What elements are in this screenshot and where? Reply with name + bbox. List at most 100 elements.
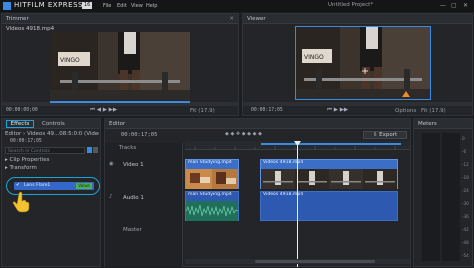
tab-controls[interactable]: Controls: [42, 121, 65, 127]
audio-clip-videos-4918[interactable]: Videos 4918.mp4: [260, 191, 398, 221]
viewer-header: Viewer: [243, 14, 472, 24]
maximize-button[interactable]: ▢: [451, 2, 457, 9]
panel-close-icon[interactable]: ✕: [229, 14, 234, 24]
meter-scale-label: 0: [462, 136, 465, 141]
tracks-label: Tracks: [119, 145, 137, 151]
meter-scale: 0 -6 -12 -18 -24 -30 -36 -42 -48 -54: [462, 132, 469, 262]
video-clip-man-studying[interactable]: man Studying.mp4: [185, 159, 239, 189]
viewer-timecode: 00:00:17;05: [251, 108, 283, 113]
track-master: Master: [123, 227, 142, 233]
tab-effects[interactable]: Effects: [6, 120, 34, 128]
app-name: HITFILM EXPRESS: [14, 1, 83, 9]
zoom-in-icon[interactable]: ◆: [253, 131, 257, 137]
controls-panel: Effects Controls Editor › Videos 49...08…: [1, 118, 101, 267]
meter-right-channel: [442, 133, 460, 261]
effect-row-lens-flare[interactable]: ✔ Lens Flare1 Value: [14, 182, 94, 190]
editor-timecode: 00:00:17;05: [121, 132, 158, 138]
marker-icon[interactable]: ◆: [225, 131, 229, 137]
work-area-bar: [261, 143, 401, 145]
section-clip-properties[interactable]: ▸ Clip Properties: [5, 157, 49, 163]
title-bar: HITFILM EXPRESS 16 File Edit View Help U…: [0, 0, 474, 12]
meter-scale-label: -24: [462, 188, 469, 193]
audio-clip-label: man Studying.mp4: [188, 192, 232, 197]
trimmer-timecode-in: 00:00:00;00: [6, 108, 38, 113]
hand-cursor-icon: [12, 191, 30, 213]
viewer-video-frame[interactable]: VINGO: [295, 26, 431, 100]
trimmer-zoom[interactable]: Fit (17.9): [190, 108, 215, 114]
viewer-options[interactable]: Options Fit (17.9): [395, 108, 446, 114]
zoom-out-icon[interactable]: ◆: [258, 131, 262, 137]
section-transform[interactable]: ▸ Transform: [5, 165, 37, 171]
trimmer-video-frame[interactable]: VINGO: [50, 32, 190, 100]
meter-scale-label: -6: [462, 149, 467, 154]
viewer-zoom-label[interactable]: (17.9): [429, 108, 446, 114]
viewer-fast-forward-icon[interactable]: ▶▶: [340, 107, 348, 113]
meters-panel: Meters 0 -6 -12 -18 -24 -30 -36 -42 -48 …: [413, 118, 473, 267]
video-clip-thumbnails: [186, 169, 238, 189]
viewer-options-label[interactable]: Options: [395, 108, 416, 114]
viewer-scrub-bar[interactable]: [243, 102, 472, 106]
menu-file[interactable]: File: [103, 3, 111, 9]
video-clip-label: man Studying.mp4: [188, 160, 232, 165]
viewer-panel: Viewer VINGO 00:00:17;05 ⏮ ▶ ▶▶ Options …: [242, 13, 473, 116]
view-mode-icon[interactable]: [87, 147, 92, 153]
svg-text:VINGO: VINGO: [304, 54, 324, 61]
ripple-icon[interactable]: ◆: [242, 131, 246, 137]
meter-scale-label: -18: [462, 175, 469, 180]
export-button[interactable]: ⇩ Export: [363, 131, 407, 139]
trimmer-zoom-label: (17.9): [198, 108, 215, 114]
viewer-video-image: VINGO: [296, 27, 430, 99]
viewer-title: Viewer: [247, 16, 266, 22]
svg-text:VINGO: VINGO: [60, 57, 80, 64]
video-track-eye-icon[interactable]: ◉: [109, 161, 114, 167]
editor-toolbar: ◆ ◆ ✚ ◆ ◆ ◆ ◆: [225, 131, 262, 137]
effect-value-button[interactable]: Value: [76, 183, 92, 189]
menu-help[interactable]: Help: [146, 3, 157, 9]
video-clip-videos-4918[interactable]: Videos 4918.mp4: [260, 159, 398, 189]
meter-left-channel: [422, 133, 440, 261]
view-list-icon[interactable]: [93, 147, 98, 153]
playhead[interactable]: [297, 141, 298, 267]
track-video-1[interactable]: Video 1: [123, 162, 144, 168]
fast-forward-icon[interactable]: ▶▶: [109, 107, 117, 113]
trimmer-clip-name: Videos 4918.mp4: [6, 26, 55, 32]
step-back-icon[interactable]: ◀: [97, 107, 101, 113]
trimmer-header: Trimmer ✕: [2, 14, 238, 24]
project-title: Untitled Project*: [328, 2, 374, 8]
viewer-fit-label[interactable]: Fit: [421, 108, 427, 114]
track-headers: Tracks ◉ Video 1 ♪ Audio 1 Master: [105, 143, 183, 267]
track-audio-1[interactable]: Audio 1: [123, 195, 144, 201]
audio-track-speaker-icon[interactable]: ♪: [109, 194, 113, 200]
audio-clip-man-studying[interactable]: man Studying.mp4: [185, 191, 239, 221]
skip-back-icon[interactable]: ⏮: [90, 107, 95, 114]
meter-scale-label: -12: [462, 162, 469, 167]
add-keyframe-icon[interactable]: ◆: [230, 131, 234, 137]
viewer-transport: ⏮ ▶ ▶▶: [327, 107, 348, 114]
meter-scale-label: -36: [462, 214, 469, 219]
effect-check-icon[interactable]: ✔: [16, 183, 20, 188]
trimmer-title: Trimmer: [6, 16, 29, 22]
menu-edit[interactable]: Edit: [117, 3, 127, 9]
viewer-play-icon[interactable]: ▶: [334, 107, 338, 113]
audio-clip-label: Videos 4918.mp4: [263, 192, 304, 197]
menu-view[interactable]: View: [131, 3, 143, 9]
editor-header: Editor: [105, 119, 410, 129]
timeline-scrollbar[interactable]: [185, 259, 410, 264]
trimmer-transport: ⏮ ◀ ▶ ▶▶: [90, 107, 117, 114]
controls-clip-header: Editor › Videos 49...08:5:0:0 (Video): [5, 131, 99, 137]
close-button[interactable]: ✕: [463, 2, 468, 9]
slice-icon[interactable]: ◆: [247, 131, 251, 137]
trimmer-panel: Trimmer ✕ Videos 4918.mp4 VINGO 00:00:00…: [1, 13, 239, 116]
trimmer-range-bar[interactable]: [50, 101, 190, 103]
snap-icon[interactable]: ✚: [236, 131, 240, 137]
viewer-skip-back-icon[interactable]: ⏮: [327, 107, 332, 114]
play-icon[interactable]: ▶: [103, 107, 107, 113]
meter-scale-label: -30: [462, 201, 469, 206]
minimize-button[interactable]: —: [440, 2, 446, 9]
controls-search-input[interactable]: Search in Controls: [5, 147, 85, 154]
meter-scale-label: -42: [462, 227, 469, 232]
trimmer-fit-label: Fit: [190, 108, 197, 114]
controls-timecode: 00:00:17;05: [10, 139, 42, 144]
meters-title: Meters: [418, 121, 437, 127]
timeline-scroll-thumb[interactable]: [255, 260, 375, 263]
